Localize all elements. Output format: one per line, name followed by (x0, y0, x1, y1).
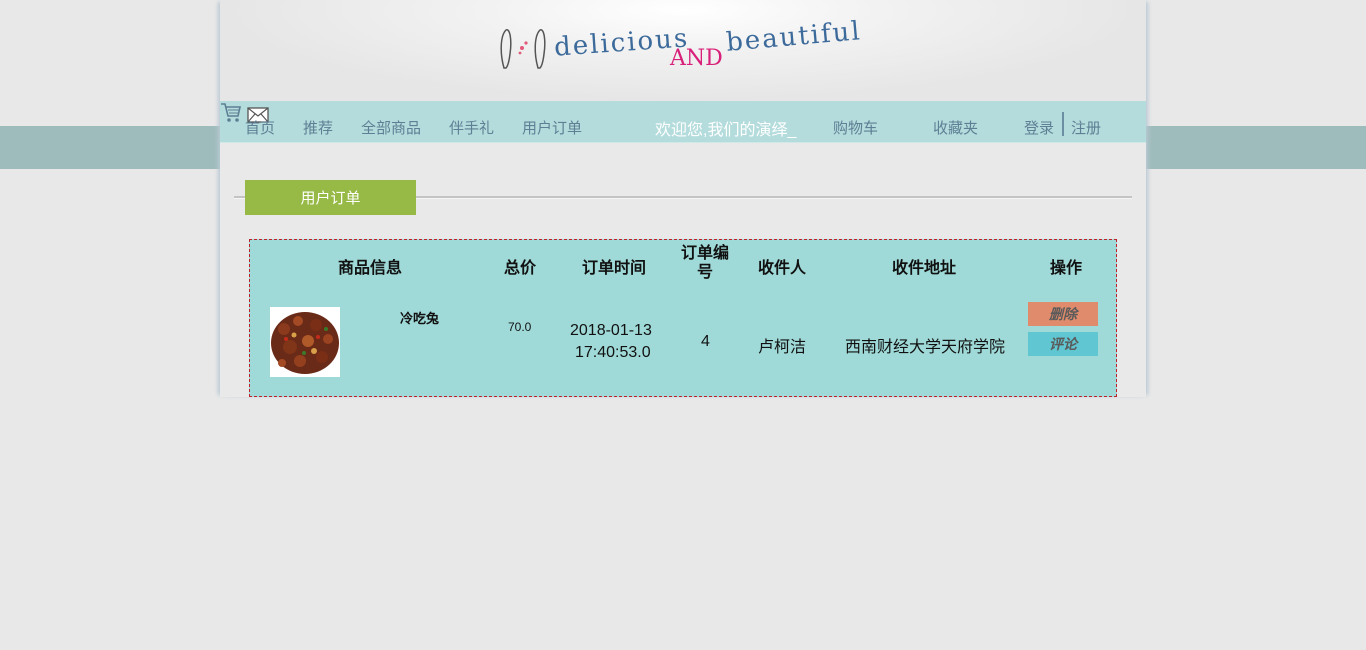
nav-recommend[interactable]: 推荐 (303, 117, 333, 138)
delete-button[interactable]: 删除 (1028, 302, 1098, 326)
orders-table: 商品信息 总价 订单时间 订单编号 收件人 收件地址 操作 冷吃兔 70.0 2… (249, 239, 1117, 397)
order-date: 2018-01-13 (570, 322, 652, 339)
header-order-no: 订单编号 (680, 245, 729, 281)
order-time: 17:40:53.0 (575, 344, 651, 361)
product-image[interactable] (270, 307, 340, 377)
nav-register[interactable]: 注册 (1071, 117, 1101, 138)
header-action: 操作 (1050, 260, 1083, 277)
cart-icon[interactable] (220, 101, 242, 123)
header-address: 收件地址 (892, 260, 957, 277)
logo-word-beautiful: beautiful (724, 16, 863, 58)
nav-favorites[interactable]: 收藏夹 (933, 117, 978, 138)
order-address: 西南财经大学天府学院 (845, 339, 1006, 356)
nav-separator (1062, 112, 1064, 136)
order-recipient: 卢柯洁 (758, 339, 807, 356)
header-time: 订单时间 (582, 260, 647, 277)
page-container: delicious AND beautiful 首页 推荐 全部商品 伴手礼 用… (220, 0, 1146, 397)
product-name[interactable]: 冷吃兔 (400, 308, 439, 327)
bunny-ears-icon (500, 29, 546, 69)
header-banner: delicious AND beautiful (220, 0, 1146, 101)
header-product: 商品信息 (338, 260, 403, 277)
nav-user-orders[interactable]: 用户订单 (522, 117, 582, 138)
order-number: 4 (701, 333, 710, 350)
nav-all-products[interactable]: 全部商品 (361, 117, 421, 138)
main-nav: 首页 推荐 全部商品 伴手礼 用户订单 欢迎您,我们的演绎_ 购物车 收藏夹 登… (220, 101, 1146, 143)
header-recipient: 收件人 (758, 260, 807, 277)
food-photo-icon (270, 307, 340, 377)
nav-gifts[interactable]: 伴手礼 (449, 117, 494, 138)
site-logo[interactable]: delicious AND beautiful (498, 16, 868, 76)
section-title: 用户订单 (245, 180, 416, 215)
comment-button[interactable]: 评论 (1028, 332, 1098, 356)
nav-login[interactable]: 登录 (1024, 117, 1054, 138)
nav-home[interactable]: 首页 (245, 117, 275, 138)
order-total: 70.0 (508, 320, 532, 334)
logo-word-and: AND (670, 46, 723, 71)
nav-cart[interactable]: 购物车 (833, 117, 878, 138)
header-total: 总价 (504, 260, 537, 277)
welcome-text: 欢迎您,我们的演绎_ (655, 122, 797, 139)
